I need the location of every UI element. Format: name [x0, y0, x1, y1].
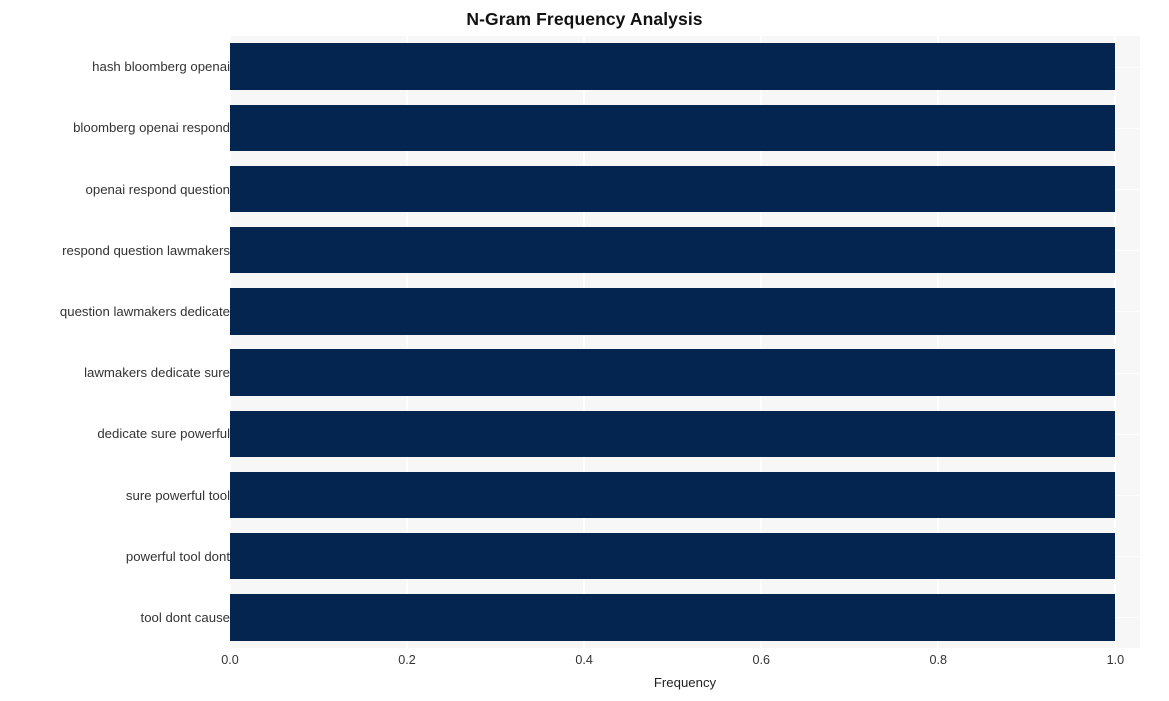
y-axis-tick-label: tool dont cause — [140, 609, 230, 625]
y-axis-tick-label: dedicate sure powerful — [97, 426, 230, 442]
bar — [230, 104, 1116, 151]
x-axis-title: Frequency — [653, 675, 717, 690]
y-axis-tick-labels: hash bloomberg openai bloomberg openai re… — [0, 36, 230, 648]
y-axis-tick-label: powerful tool dont — [125, 548, 230, 564]
x-axis-tick-labels: 0.0 0.2 0.4 0.6 0.8 1.0 — [0, 652, 1169, 672]
bar — [230, 349, 1116, 396]
plot-area — [230, 36, 1140, 648]
x-axis-tick-label: 1.0 — [1106, 653, 1125, 667]
chart-figure: N-Gram Frequency Analysis hash bloomberg… — [0, 0, 1169, 701]
x-axis-tick-label: 0.6 — [752, 653, 770, 667]
bar — [230, 227, 1116, 274]
y-axis-tick-label: hash bloomberg openai — [92, 59, 230, 75]
bar — [230, 471, 1116, 519]
y-axis-tick-label: bloomberg openai respond — [73, 120, 230, 136]
x-axis-tick-label: 0.0 — [221, 653, 239, 667]
bar — [230, 533, 1116, 580]
y-axis-tick-label: respond question lawmakers — [62, 242, 230, 258]
y-axis-tick-label: openai respond question — [85, 181, 230, 197]
bar — [230, 43, 1116, 90]
x-axis-tick-label: 0.4 — [575, 653, 593, 667]
y-axis-tick-label: question lawmakers dedicate — [59, 303, 230, 319]
bar — [230, 410, 1116, 457]
y-axis-tick-label: lawmakers dedicate sure — [84, 365, 230, 381]
chart-title: N-Gram Frequency Analysis — [466, 9, 703, 29]
bar — [230, 165, 1116, 213]
x-axis-tick-label: 0.8 — [929, 653, 948, 667]
y-axis-tick-label: sure powerful tool — [125, 487, 230, 503]
bar — [230, 288, 1116, 335]
x-axis-tick-label: 0.2 — [398, 653, 416, 667]
bar — [230, 594, 1116, 641]
